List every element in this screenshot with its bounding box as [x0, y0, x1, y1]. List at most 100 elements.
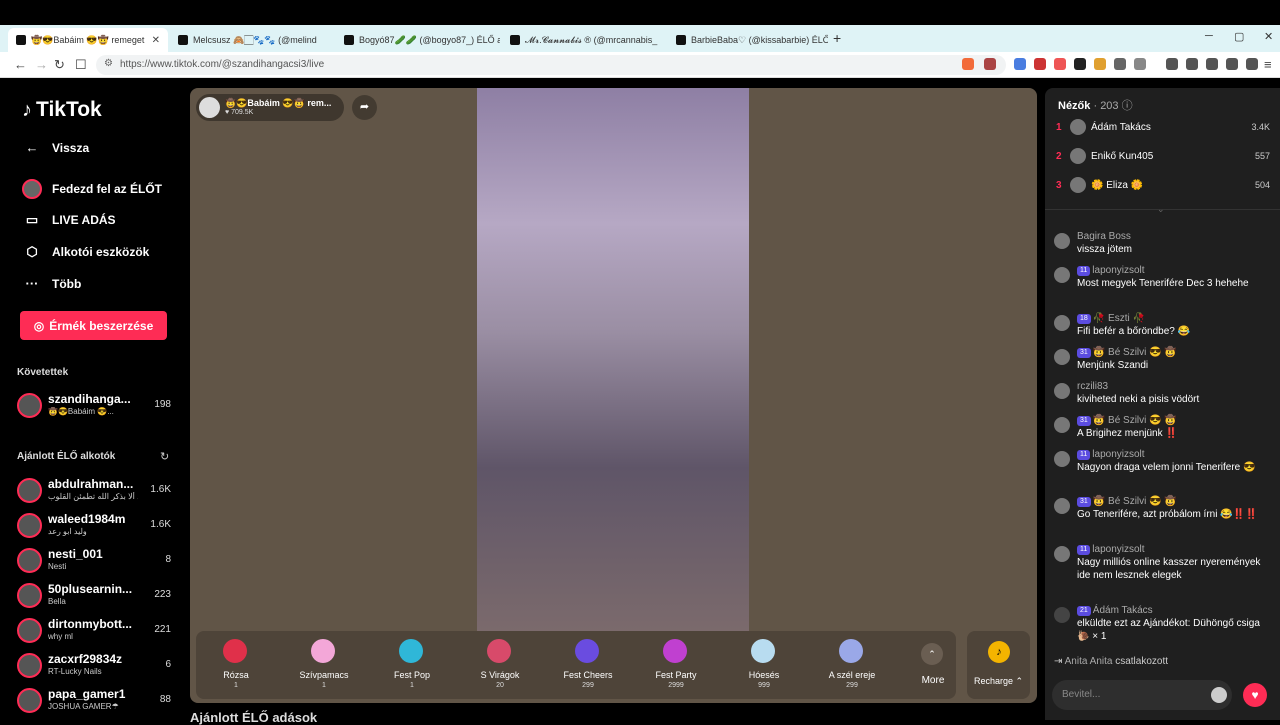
music-icon[interactable] [1166, 58, 1178, 70]
gift-item[interactable]: Fest Pop 1 [372, 631, 452, 699]
gift-icon [1054, 607, 1070, 623]
gift-item[interactable]: Szívpamacs 1 [284, 631, 364, 699]
avatar [1054, 451, 1070, 467]
fest-cheers-gift-icon [575, 639, 599, 663]
browser-tab[interactable]: BarbieBaba♡ (@kissabarbie) ÉLŐ a [668, 29, 828, 51]
gift-item[interactable]: A szél ereje 299 [812, 631, 892, 699]
suggested-account[interactable]: dirtonmybott... why ml 221 [17, 616, 177, 648]
tiktok-logo[interactable]: ♪ TikTok [22, 98, 102, 122]
vpn-icon[interactable] [1246, 58, 1258, 70]
more-gifts-button[interactable]: ⌃ More [913, 631, 953, 699]
heart-puff-gift-icon [311, 639, 335, 663]
browser-tab[interactable]: Melcsusz 🙈🏻🐾🐾 (@melind [170, 29, 334, 51]
top-viewer[interactable]: 3 🌼 Eliza 🌼 504 [1056, 175, 1270, 197]
viewers-header: Nézők · 203 ⓘ [1058, 100, 1133, 112]
rose-gift-icon [223, 639, 247, 663]
following-title: Követettek [17, 367, 69, 378]
tiktok-favicon-icon [344, 35, 354, 45]
extension-icon[interactable] [1074, 58, 1086, 70]
tiktok-favicon-icon [510, 35, 520, 45]
menu-creator-tools[interactable]: ⬡ Alkotói eszközök [22, 244, 149, 260]
more-dots-icon: ··· [25, 276, 39, 291]
top-viewer[interactable]: 2 Enikő Kun405 557 [1056, 146, 1270, 168]
extension-icon[interactable] [1134, 58, 1146, 70]
gift-item[interactable]: Fest Cheers 299 [548, 631, 628, 699]
forward-arrow-icon[interactable]: → [35, 57, 48, 72]
avatar [1054, 546, 1070, 562]
hls-extension-icon[interactable] [1054, 58, 1066, 70]
browser-tab[interactable]: Bogyó87🥒🥒 (@bogyo87_) ÉLŐ a [336, 29, 500, 51]
browser-tab[interactable]: 𝓜𝓻.𝓒𝓪𝓷𝓷𝓪𝓫𝓲𝓼 ® (@mrcannabis_ [502, 29, 666, 51]
site-info-icon[interactable]: ⚙ [104, 58, 113, 69]
gift-item[interactable]: S Virágok 20 [460, 631, 540, 699]
rewards-icon[interactable] [984, 58, 996, 70]
join-icon: ⇥ [1054, 656, 1063, 667]
sidebar-toggle-icon[interactable] [1186, 58, 1198, 70]
close-window-icon[interactable]: ✕ [1264, 30, 1273, 43]
suggested-account[interactable]: papa_gamer1 JOSHUA GAMER☂ 88 [17, 686, 177, 718]
address-bar-row: ← → ↻ ☐ ⚙ https://www.tiktok.com/@szandi… [0, 52, 1280, 78]
recharge-button[interactable]: ♪ Recharge ⌃ [967, 631, 1030, 699]
avatar [199, 97, 220, 118]
level-badge: 11 [1077, 450, 1091, 460]
level-badge: 31 [1077, 497, 1091, 507]
emoji-icon[interactable] [1211, 687, 1227, 703]
maximize-icon[interactable]: ▢ [1234, 30, 1244, 43]
share-icon[interactable]: ➦ [352, 95, 377, 120]
gift-item[interactable]: Hóesés 999 [724, 631, 804, 699]
chevron-down-icon[interactable]: ⌄ [1157, 204, 1165, 215]
coin-icon: ◎ [33, 318, 45, 333]
suggested-account[interactable]: abdulrahman... ألا بذكر الله تطمئن القلوب… [17, 476, 177, 508]
avatar [1054, 315, 1070, 331]
extension-icon[interactable] [1034, 58, 1046, 70]
avatar [1054, 383, 1070, 399]
snowfall-gift-icon [751, 639, 775, 663]
reload-icon[interactable]: ↻ [54, 57, 65, 73]
browser-tab-active[interactable]: 🤠😎Babáim 😎🤠 remeget ✕ [8, 28, 168, 52]
tiktok-favicon-icon [16, 35, 26, 45]
level-badge: 31 [1077, 348, 1091, 358]
menu-more[interactable]: ··· Több [22, 276, 82, 291]
translate-extension-icon[interactable] [1014, 58, 1026, 70]
chat-panel: Nézők · 203 ⓘ 1 Ádám Takács 3.4K 2 Enikő Ku… [1045, 88, 1280, 720]
gift-item[interactable]: Fest Party 2999 [636, 631, 716, 699]
avatar [22, 179, 42, 199]
brave-shield-icon[interactable] [962, 58, 974, 70]
new-tab-icon[interactable]: + [833, 30, 841, 46]
url-field[interactable]: ⚙ https://www.tiktok.com/@szandihangacsi… [96, 55, 1006, 75]
wind-power-gift-icon [839, 639, 863, 663]
suggested-account[interactable]: zacxrf29834z RT-Lucky Nails 6 [17, 651, 177, 683]
bookmark-icon[interactable]: ☐ [75, 57, 87, 73]
top-viewer[interactable]: 1 Ádám Takács 3.4K [1056, 117, 1270, 139]
menu-explore-live[interactable]: Fedezd fel az ÉLŐT [22, 179, 162, 199]
wallet-icon[interactable] [1206, 58, 1218, 70]
avatar [17, 513, 42, 538]
gift-item[interactable]: Rózsa 1 [196, 631, 276, 699]
extension-icon[interactable] [1114, 58, 1126, 70]
extensions-puzzle-icon[interactable] [1226, 58, 1238, 70]
extension-icon[interactable] [1094, 58, 1106, 70]
level-badge: 21 [1077, 606, 1091, 616]
fest-pop-gift-icon [399, 639, 423, 663]
minimize-icon[interactable]: ─ [1205, 30, 1213, 42]
menu-live[interactable]: ▭ LIVE ADÁS [22, 212, 116, 228]
host-info[interactable]: 🤠😎Babáim 😎🤠 rem... ♥ 709.5K [196, 94, 344, 121]
coin-icon: ♪ [988, 641, 1010, 663]
info-icon[interactable]: ⓘ [1122, 100, 1133, 112]
avatar [17, 653, 42, 678]
suggested-account[interactable]: waleed1984m وليد ابو رعد 1.6K [17, 511, 177, 543]
suggested-account[interactable]: 50plusearnin... Bella 223 [17, 581, 177, 613]
suggested-account[interactable]: nesti_001 Nesti 8 [17, 546, 177, 578]
following-account[interactable]: szandihanga... 🤠😎Babáim 😎... 198 [17, 391, 177, 423]
tiktok-favicon-icon [178, 35, 188, 45]
close-tab-icon[interactable]: ✕ [152, 35, 160, 46]
live-video[interactable] [477, 88, 749, 631]
back-arrow-icon[interactable]: ← [14, 57, 27, 72]
refresh-icon[interactable]: ↻ [160, 450, 169, 463]
menu-icon[interactable]: ≡ [1264, 57, 1272, 72]
level-badge: 31 [1077, 416, 1091, 426]
back-link[interactable]: ← Vissza [22, 140, 90, 155]
chat-input[interactable]: Bevitel... [1052, 680, 1232, 710]
get-coins-button[interactable]: ◎ Érmék beszerzése [20, 311, 167, 340]
like-heart-button[interactable]: ♥ [1243, 683, 1267, 707]
